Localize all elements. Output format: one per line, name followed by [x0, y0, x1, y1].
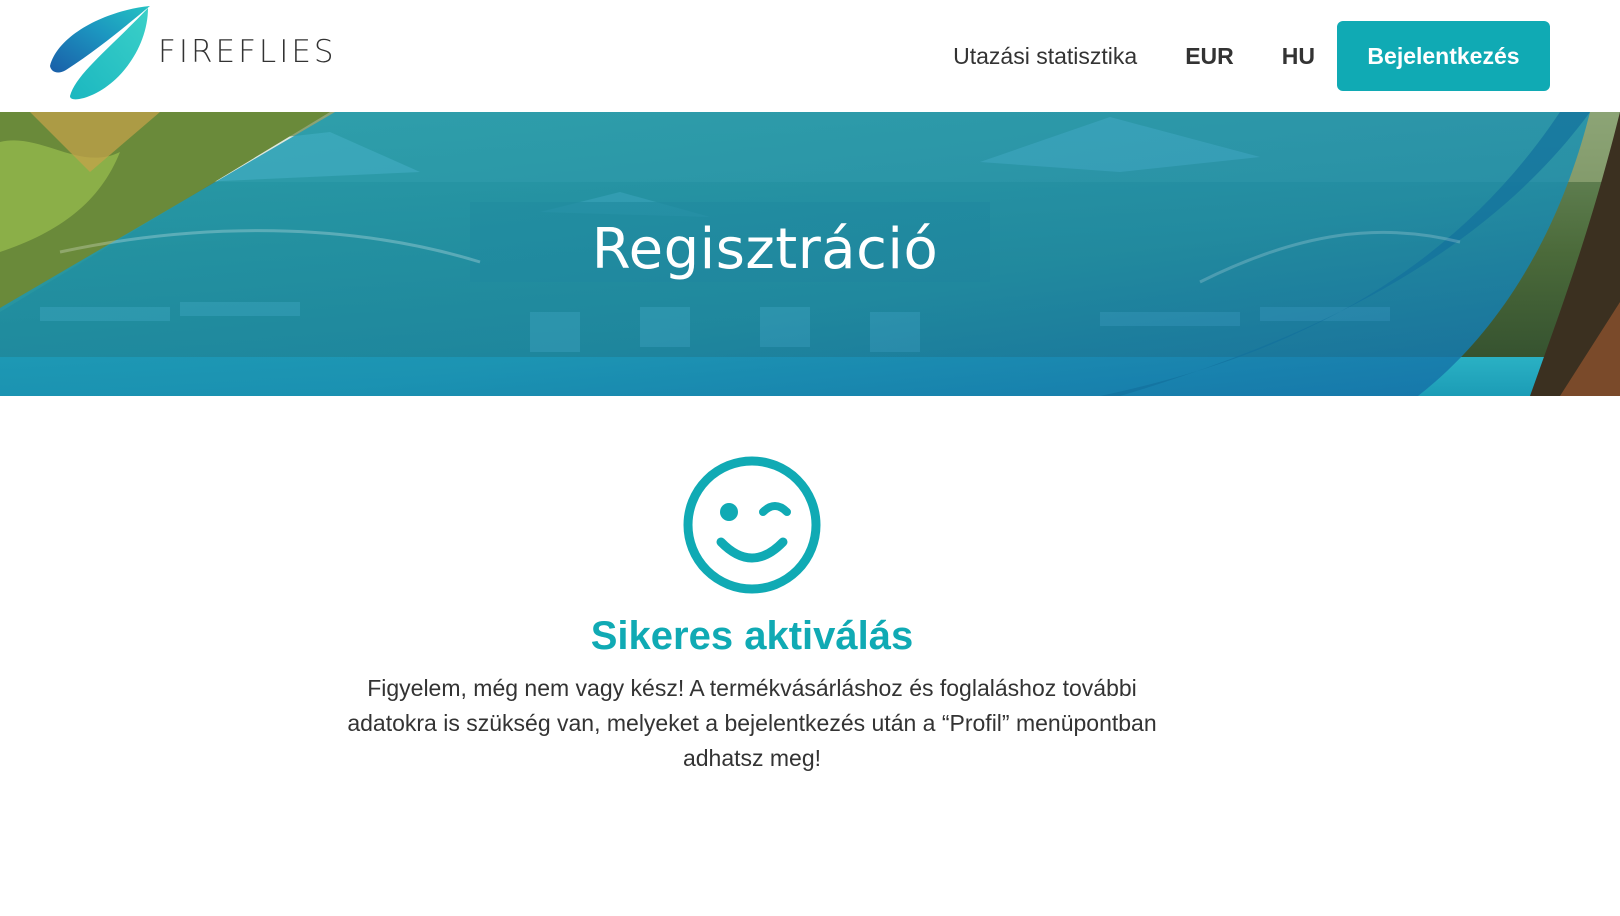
site-header: FIREFLIES Utazási statisztika EUR HU Bej…: [0, 0, 1620, 112]
page-title: Regisztráció: [591, 217, 939, 282]
currency-selector[interactable]: EUR: [1185, 43, 1234, 70]
hero-banner: Regisztráció: [0, 112, 1620, 396]
success-title: Sikeres aktiválás: [590, 614, 914, 658]
fireflies-logo-icon: [50, 6, 150, 100]
login-button[interactable]: Bejelentkezés: [1337, 21, 1550, 91]
language-selector[interactable]: HU: [1282, 43, 1315, 70]
nav-travel-stats[interactable]: Utazási statisztika: [953, 43, 1137, 70]
success-message: Figyelem, még nem vagy kész! A termékvás…: [347, 675, 1157, 771]
logo-text: FIREFLIES: [158, 34, 337, 70]
wink-smiley-icon: [683, 456, 821, 594]
logo-link[interactable]: FIREFLIES: [48, 4, 337, 100]
main-nav: Utazási statisztika EUR HU Bejelentkezés: [953, 21, 1550, 91]
